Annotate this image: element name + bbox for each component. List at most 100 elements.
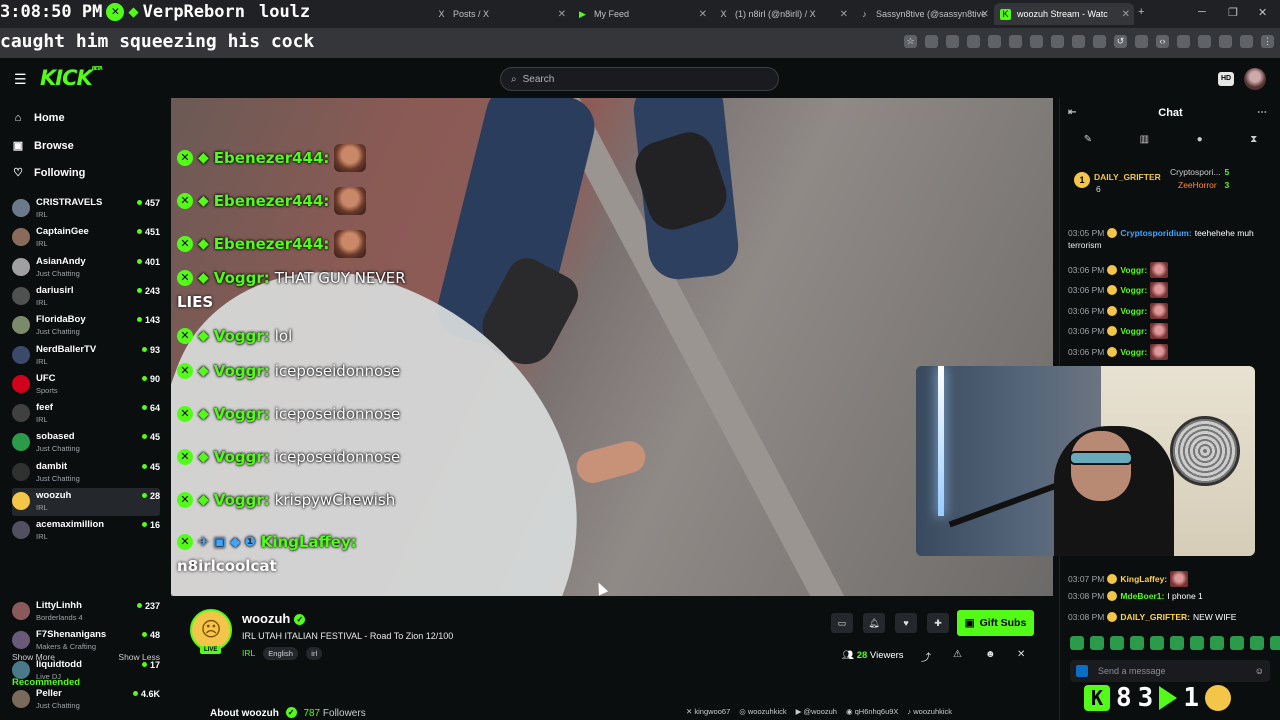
- emote-icon[interactable]: [1070, 636, 1084, 650]
- devtools-icon[interactable]: ‹›: [1156, 35, 1169, 48]
- close-window-button[interactable]: ✕: [1258, 6, 1267, 19]
- new-tab-button[interactable]: +: [1138, 6, 1144, 18]
- emote-icon[interactable]: [1250, 636, 1264, 650]
- social-x-link[interactable]: ✕ kingwoo67: [686, 707, 730, 716]
- close-tab-icon[interactable]: ✕: [699, 9, 707, 20]
- chat-username[interactable]: MdeBoer1:: [1120, 591, 1164, 601]
- chat-username[interactable]: Cryptosporidium:: [1120, 228, 1191, 238]
- hamburger-menu-icon[interactable]: ☰: [14, 71, 27, 88]
- minimize-button[interactable]: ─: [1198, 6, 1206, 18]
- streamer-avatar[interactable]: ☹: [190, 609, 232, 651]
- maximize-button[interactable]: ❐: [1228, 6, 1238, 19]
- report-icon[interactable]: ⚠: [953, 649, 962, 660]
- search-input[interactable]: ⌕ Search: [500, 67, 779, 91]
- browser-tab-posts-x[interactable]: X Posts / X ✕: [430, 3, 570, 25]
- chat-message[interactable]: 03:06 PM Voggr:: [1068, 303, 1169, 319]
- history-icon[interactable]: ↺: [1114, 35, 1127, 48]
- channel-item[interactable]: acemaximillion IRL 16: [12, 517, 160, 545]
- extension-icon[interactable]: [1030, 35, 1043, 48]
- category-link[interactable]: IRL: [242, 648, 255, 658]
- extension-icon[interactable]: [925, 35, 938, 48]
- hd-icon[interactable]: HD: [1218, 72, 1234, 86]
- tag-irl[interactable]: irl: [306, 647, 323, 660]
- follow-heart-button[interactable]: ♥: [895, 613, 917, 633]
- profile-avatar-icon[interactable]: [1240, 35, 1253, 48]
- extension-icon[interactable]: [1009, 35, 1022, 48]
- channel-item[interactable]: feef IRL 64: [12, 400, 160, 428]
- close-tab-icon[interactable]: ✕: [1122, 9, 1130, 20]
- extension-icon[interactable]: [1072, 35, 1085, 48]
- chat-message[interactable]: 03:07 PM KingLaffey:: [1068, 571, 1189, 587]
- sidebar-item-following[interactable]: ♡ Following: [12, 166, 85, 180]
- browser-tab-sassyn8tive[interactable]: ♪ Sassyn8tive (@sassyn8tive ✕: [853, 3, 993, 25]
- chat-message[interactable]: 03:06 PM Voggr:: [1068, 344, 1169, 360]
- bookmark-star-icon[interactable]: ☆: [904, 35, 917, 48]
- tag-english[interactable]: English: [263, 647, 298, 660]
- close-tab-icon[interactable]: ✕: [840, 9, 848, 20]
- chat-message[interactable]: 03:06 PM Voggr:: [1068, 262, 1169, 278]
- emote-icon[interactable]: [1150, 636, 1164, 650]
- chat-input[interactable]: Send a message ☺: [1070, 660, 1270, 682]
- extension-icon[interactable]: [1177, 35, 1190, 48]
- social-youtube-link[interactable]: ▶ @woozuh: [796, 707, 837, 716]
- chat-username[interactable]: Voggr:: [1120, 326, 1147, 336]
- extension-icon[interactable]: [988, 35, 1001, 48]
- browser-tab-n8irl[interactable]: X (1) n8irl (@n8irll) / X ✕: [712, 3, 852, 25]
- channel-item[interactable]: dambit Just Chatting 45: [12, 459, 160, 487]
- theater-mode-button[interactable]: ▭: [831, 613, 853, 633]
- social-tiktok-link[interactable]: ♪ woozuhkick: [907, 707, 952, 716]
- channel-item[interactable]: sobased Just Chatting 45: [12, 429, 160, 457]
- emote-icon[interactable]: [1270, 636, 1280, 650]
- extension-icon[interactable]: [1198, 35, 1211, 48]
- gifter-row[interactable]: ZeeHorror 3: [1170, 180, 1229, 193]
- chat-message[interactable]: 03:06 PM Voggr:: [1068, 282, 1169, 298]
- extension-icon[interactable]: [1093, 35, 1106, 48]
- emote-icon[interactable]: [1230, 636, 1244, 650]
- chat-message[interactable]: 03:06 PM Voggr:: [1068, 323, 1169, 339]
- extension-icon[interactable]: [967, 35, 980, 48]
- chat-menu-icon[interactable]: ⋯: [1257, 98, 1267, 128]
- channel-item[interactable]: CRISTRAVELS IRL 457: [12, 195, 160, 223]
- notification-bell-icon[interactable]: 🔔︎: [863, 613, 885, 633]
- chat-username[interactable]: DAILY_GRIFTER:: [1120, 612, 1190, 622]
- channel-item[interactable]: LittyLinhh Borderlands 4 237: [12, 598, 160, 626]
- sidebar-item-home[interactable]: ⌂ Home: [12, 112, 65, 124]
- extension-icon[interactable]: [1051, 35, 1064, 48]
- browser-tab-my-feed[interactable]: ▶ My Feed ✕: [571, 3, 711, 25]
- kick-logo[interactable]: KICKBETA: [40, 66, 103, 90]
- chat-username[interactable]: Voggr:: [1120, 347, 1147, 357]
- emoji-icon[interactable]: ☺: [1255, 660, 1264, 682]
- chat-message[interactable]: 03:08 PM MdeBoer1: I phone 1: [1068, 591, 1203, 601]
- emote-icon[interactable]: [1090, 636, 1104, 650]
- emote-icon[interactable]: [1130, 636, 1144, 650]
- extension-icon[interactable]: [1219, 35, 1232, 48]
- chat-username[interactable]: Voggr:: [1120, 285, 1147, 295]
- channel-item[interactable]: UFC Sports 90: [12, 371, 160, 399]
- browser-tab-woozuh[interactable]: K woozuh Stream - Watc ✕: [994, 3, 1134, 25]
- chat-username[interactable]: KingLaffey:: [1120, 574, 1167, 584]
- gifter-row[interactable]: Cryptospori... 5: [1170, 167, 1229, 180]
- social-instagram-link[interactable]: ◎ woozuhkick: [739, 707, 786, 716]
- channel-item[interactable]: liquidtodd Live DJ 17: [12, 657, 160, 685]
- pin-icon[interactable]: ✎: [1084, 134, 1092, 145]
- close-tab-icon[interactable]: ✕: [558, 9, 566, 20]
- clip-button[interactable]: ✚: [927, 613, 949, 633]
- channel-item[interactable]: Peller Just Chatting 4.6K: [12, 686, 160, 714]
- emote-icon[interactable]: [1110, 636, 1124, 650]
- gift-subs-button[interactable]: ▣ Gift Subs: [957, 610, 1034, 636]
- top-gifter[interactable]: 1 DAILY_GRIFTER 6: [1074, 172, 1161, 194]
- chat-message[interactable]: 03:08 PM DAILY_GRIFTER: NEW WIFE: [1068, 612, 1236, 622]
- chat-username[interactable]: Voggr:: [1120, 306, 1147, 316]
- channel-item[interactable]: NerdBallerTV IRL 93: [12, 342, 160, 370]
- extension-icon[interactable]: [1135, 35, 1148, 48]
- channel-item[interactable]: F7Shenanigans Makers & Crafting 48: [12, 627, 160, 655]
- channel-item[interactable]: FloridaBoy Just Chatting 143: [12, 312, 160, 340]
- user-avatar[interactable]: [1244, 68, 1266, 90]
- timer-icon[interactable]: ⧗: [1250, 134, 1257, 145]
- user-icon[interactable]: ☻: [985, 649, 996, 660]
- close-tab-icon[interactable]: ✕: [981, 9, 989, 20]
- emote-icon[interactable]: [1210, 636, 1224, 650]
- collapse-chat-icon[interactable]: ⇤: [1068, 98, 1076, 128]
- chat-bubble-icon[interactable]: ●: [1197, 134, 1203, 145]
- streamer-name[interactable]: woozuh ✓: [242, 611, 306, 626]
